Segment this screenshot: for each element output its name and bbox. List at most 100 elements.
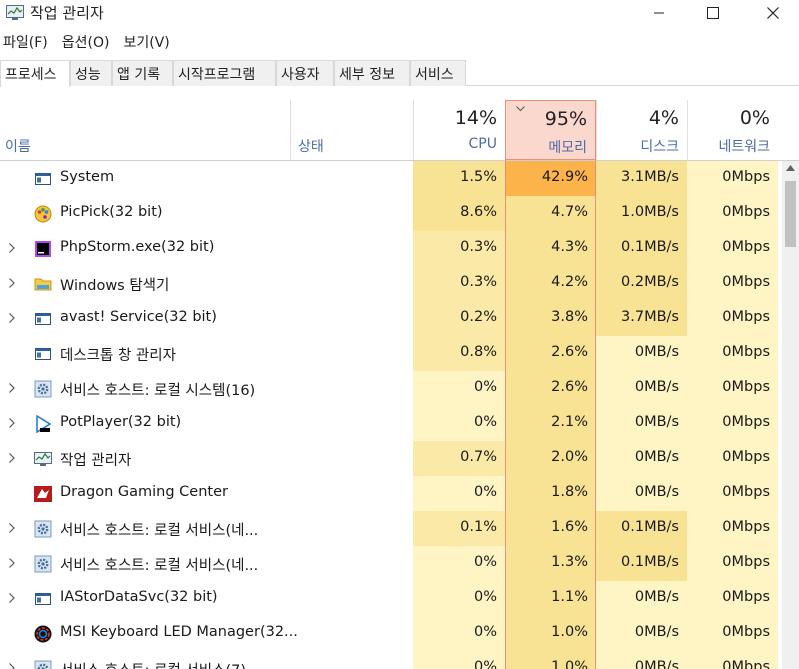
table-row[interactable]: PotPlayer(32 bit) 0% 2.1% 0MB/s 0Mbps <box>0 406 782 441</box>
disk-value: 0.2MB/s <box>596 266 687 301</box>
disk-value: 0.1MB/s <box>596 231 687 266</box>
vertical-scrollbar[interactable] <box>782 161 799 669</box>
network-value: 0Mbps <box>687 161 778 196</box>
table-row[interactable]: 작업 관리자 0.7% 2.0% 0MB/s 0Mbps <box>0 441 782 476</box>
table-row[interactable]: 서비스 호스트: 로컬 서비스(7) 0%1.0%0MB/s0Mbps <box>0 651 782 669</box>
cpu-value: 0% <box>413 406 505 441</box>
table-row[interactable]: 서비스 호스트: 로컬 서비스(네... 0.1% 1.6% 0.1MB/s 0Mbps <box>0 511 782 546</box>
header-memory[interactable]: 95% 메모리 <box>505 100 596 160</box>
window-title: 작업 관리자 <box>30 4 104 22</box>
chevron-right-icon[interactable] <box>7 662 17 669</box>
chevron-right-icon[interactable] <box>7 592 17 604</box>
disk-value: 0MB/s <box>596 441 687 476</box>
cpu-value: 0.8% <box>413 336 505 371</box>
table-row[interactable]: PicPick(32 bit) 8.6% 4.7% 1.0MB/s 0Mbps <box>0 196 782 231</box>
header-cpu[interactable]: 14% CPU <box>413 100 505 160</box>
minimize-button[interactable] <box>636 0 682 26</box>
scroll-thumb[interactable] <box>785 181 796 247</box>
chevron-down-icon <box>516 106 525 112</box>
table-row[interactable]: 데스크톱 창 관리자 0.8% 2.6% 0MB/s 0Mbps <box>0 336 782 371</box>
network-value: 0Mbps <box>687 371 778 406</box>
disk-value: 0MB/s <box>596 651 687 669</box>
network-value: 0Mbps <box>687 301 778 336</box>
potplayer-play-icon <box>33 414 53 434</box>
tab-performance[interactable]: 성능 <box>70 60 112 86</box>
header-network-percent: 0% <box>739 107 770 129</box>
chevron-right-icon[interactable] <box>7 522 17 534</box>
cpu-value: 0.7% <box>413 441 505 476</box>
network-value: 0Mbps <box>687 441 778 476</box>
memory-value: 1.1% <box>505 581 596 616</box>
network-value: 0Mbps <box>687 231 778 266</box>
scroll-up-arrow-icon[interactable] <box>786 165 795 171</box>
tab-processes[interactable]: 프로세스 <box>0 60 70 87</box>
chevron-right-icon[interactable] <box>7 452 17 464</box>
process-name: IAStorDataSvc(32 bit) <box>60 589 218 605</box>
process-name: Dragon Gaming Center <box>60 484 228 500</box>
table-row[interactable]: avast! Service(32 bit) 0.2% 3.8% 3.7MB/s 0Mb… <box>0 301 782 336</box>
tab-users[interactable]: 사용자 <box>276 60 334 86</box>
system-window-icon <box>33 169 53 189</box>
chevron-right-icon[interactable] <box>7 242 17 254</box>
cpu-value: 0% <box>413 476 505 511</box>
menu-view[interactable]: 보기(V) <box>123 30 169 54</box>
disk-value: 0MB/s <box>596 581 687 616</box>
process-name: 작업 관리자 <box>60 453 132 469</box>
menu-file[interactable]: 파일(F) <box>3 30 48 54</box>
header-memory-percent: 95% <box>544 108 587 130</box>
cpu-value: 0% <box>413 651 505 669</box>
table-row[interactable]: IAStorDataSvc(32 bit) 0% 1.1% 0MB/s 0Mbps <box>0 581 782 616</box>
table-row[interactable]: PhpStorm.exe(32 bit) 0.3% 4.3% 0.1MB/s 0Mbps <box>0 231 782 266</box>
table-row[interactable]: 서비스 호스트: 로컬 서비스(네... 0% 1.3% 0.1MB/s 0Mbps <box>0 546 782 581</box>
gear-icon <box>33 519 53 539</box>
chevron-right-icon[interactable] <box>7 417 17 429</box>
memory-value: 4.2% <box>505 266 596 301</box>
cpu-value: 8.6% <box>413 196 505 231</box>
table-row[interactable]: MSI Keyboard LED Manager(32... 0% 1.0% 0MB/… <box>0 616 782 651</box>
tab-details[interactable]: 세부 정보 <box>334 60 410 86</box>
maximize-icon <box>707 7 719 19</box>
chevron-right-icon[interactable] <box>7 312 17 324</box>
header-status[interactable]: 상태 <box>290 100 413 160</box>
header-name-label: 이름 <box>5 139 31 155</box>
phpstorm-icon <box>33 239 53 259</box>
disk-value: 0MB/s <box>596 336 687 371</box>
tab-services[interactable]: 서비스 <box>410 60 466 86</box>
chevron-right-icon[interactable] <box>7 277 17 289</box>
menu-options[interactable]: 옵션(O) <box>62 30 110 54</box>
memory-value: 1.0% <box>505 651 596 669</box>
header-memory-label: 메모리 <box>548 140 587 156</box>
memory-value: 1.8% <box>505 476 596 511</box>
header-name[interactable]: 이름 <box>0 100 290 160</box>
system-window-icon <box>33 589 53 609</box>
chevron-right-icon[interactable] <box>7 382 17 394</box>
table-row[interactable]: 서비스 호스트: 로컬 시스템(16) 0% 2.6% 0MB/s 0Mbps <box>0 371 782 406</box>
tab-app-history[interactable]: 앱 기록 <box>112 60 173 86</box>
header-disk[interactable]: 4% 디스크 <box>596 100 687 160</box>
maximize-button[interactable] <box>690 0 736 26</box>
process-name: Windows 탐색기 <box>60 278 170 294</box>
table-row[interactable]: System 1.5% 42.9% 3.1MB/s 0Mbps <box>0 161 782 196</box>
network-value: 0Mbps <box>687 581 778 616</box>
process-name: avast! Service(32 bit) <box>60 309 217 325</box>
close-button[interactable] <box>750 0 796 26</box>
table-row[interactable]: Dragon Gaming Center 0% 1.8% 0MB/s 0Mbps <box>0 476 782 511</box>
memory-value: 3.8% <box>505 301 596 336</box>
tab-startup[interactable]: 시작프로그램 <box>173 60 276 86</box>
dragon-icon <box>33 484 53 504</box>
task-manager-icon <box>6 5 24 20</box>
process-name: PicPick(32 bit) <box>60 204 163 220</box>
network-value: 0Mbps <box>687 546 778 581</box>
memory-value: 1.3% <box>505 546 596 581</box>
memory-value: 2.6% <box>505 371 596 406</box>
network-value: 0Mbps <box>687 651 778 669</box>
memory-value: 2.1% <box>505 406 596 441</box>
gear-icon <box>33 379 53 399</box>
table-row[interactable]: Windows 탐색기 0.3% 4.2% 0.2MB/s 0Mbps <box>0 266 782 301</box>
header-network[interactable]: 0% 네트워크 <box>687 100 782 160</box>
network-value: 0Mbps <box>687 616 778 651</box>
cpu-value: 0.3% <box>413 231 505 266</box>
memory-value: 2.0% <box>505 441 596 476</box>
picpick-palette-icon <box>33 204 53 224</box>
chevron-right-icon[interactable] <box>7 557 17 569</box>
